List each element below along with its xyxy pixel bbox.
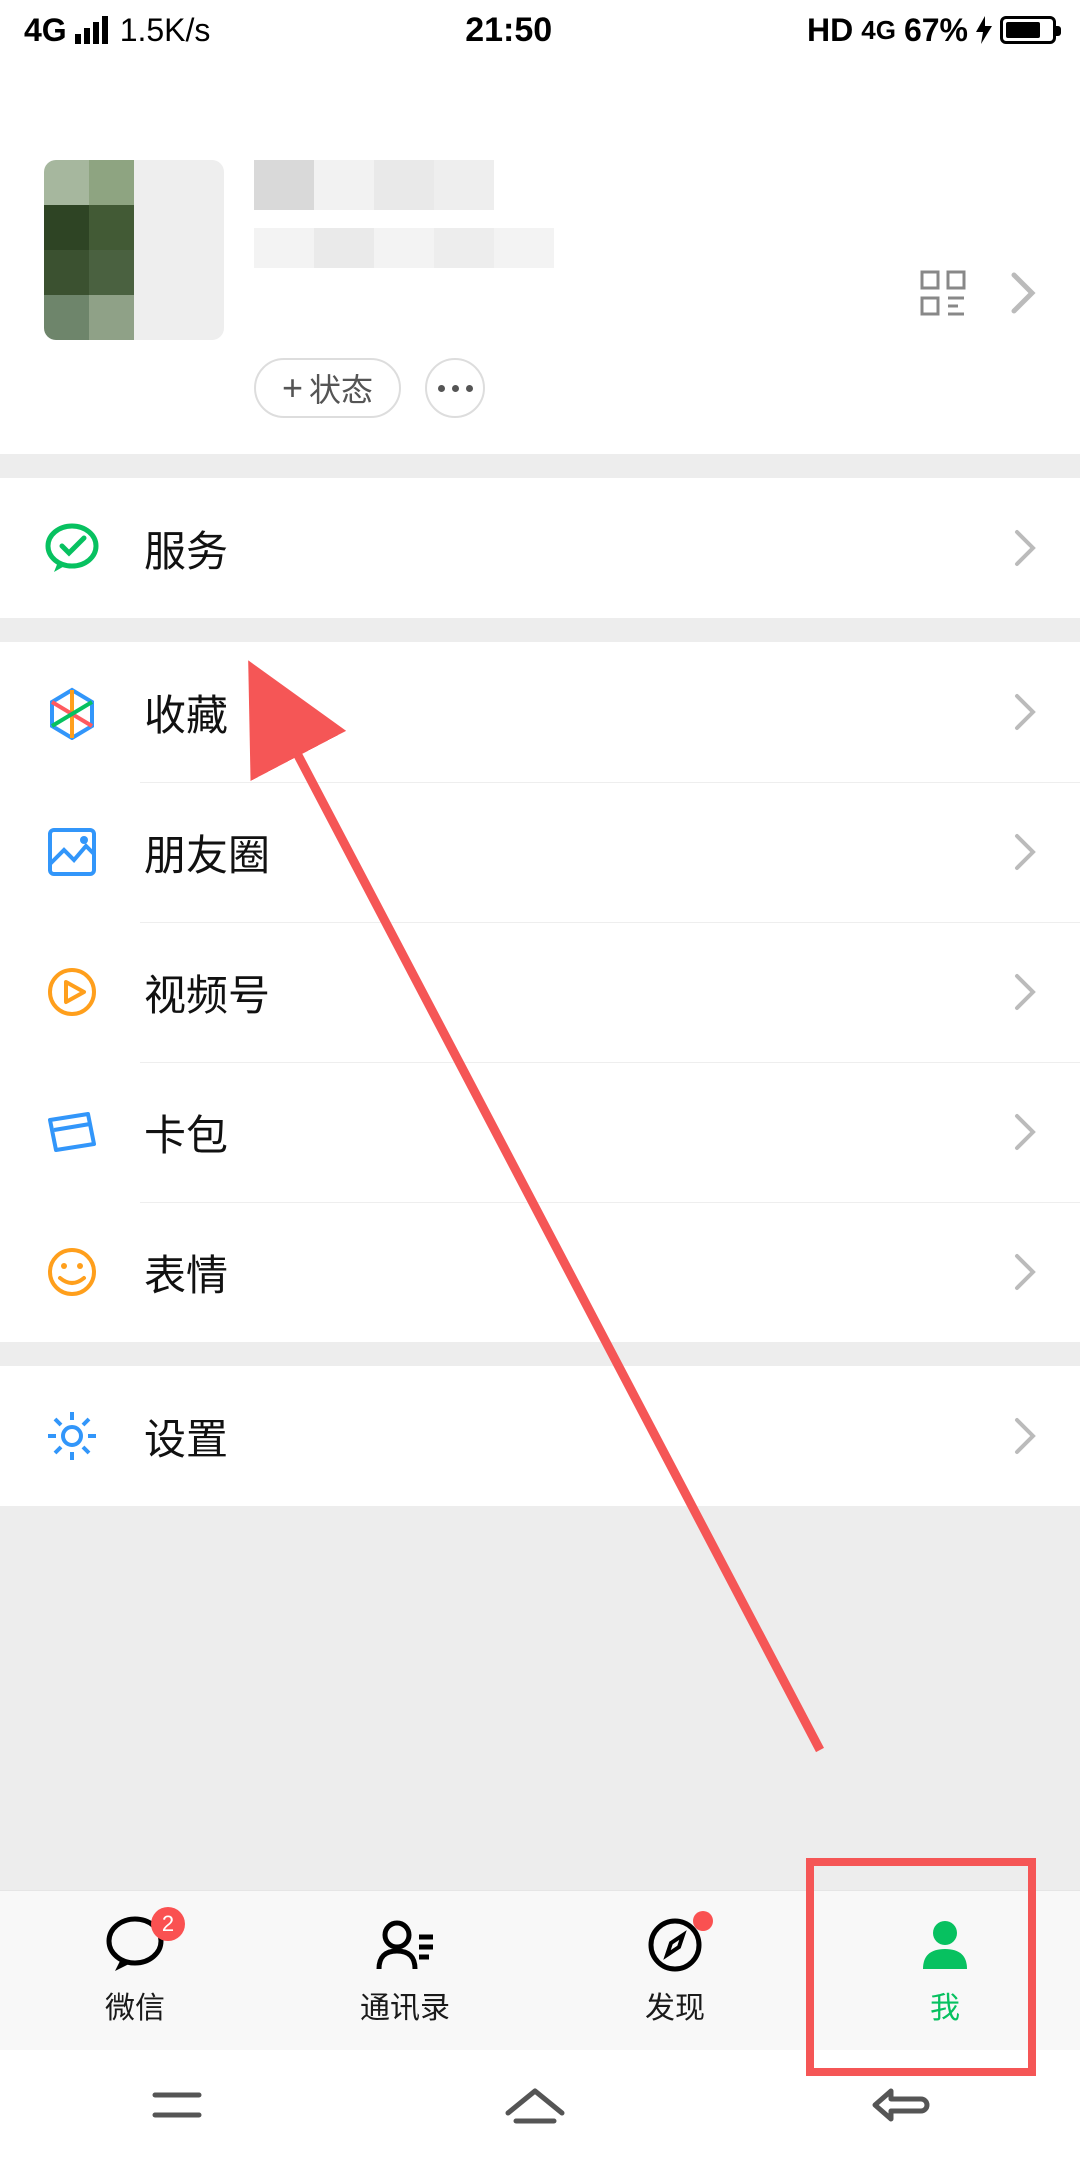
profile-id-redacted: [254, 228, 554, 268]
chat-badge: 2: [151, 1907, 185, 1941]
plus-icon: +: [282, 370, 303, 406]
more-button[interactable]: [425, 358, 485, 418]
menu-item-cards[interactable]: 卡包: [0, 1062, 1080, 1202]
divider: [0, 1342, 1080, 1366]
status-bar: 4G 1.5K/s 21:50 HD 4G 67%: [0, 0, 1080, 60]
favorites-icon: [44, 684, 144, 740]
stickers-label: 表情: [144, 1242, 1014, 1303]
chevron-right-icon: [1014, 833, 1036, 871]
profile-name-redacted: [254, 160, 494, 210]
service-icon: [44, 520, 144, 576]
moments-label: 朋友圈: [144, 822, 1014, 883]
tab-discover[interactable]: 发现: [540, 1891, 810, 2050]
nav-back-icon[interactable]: [863, 2083, 933, 2127]
charging-icon: [976, 16, 992, 44]
annotation-highlight-box: [806, 1858, 1036, 2076]
network-type: 4G: [24, 12, 67, 49]
cards-label: 卡包: [144, 1102, 1014, 1163]
secondary-network: 4G: [861, 15, 896, 46]
divider: [0, 618, 1080, 642]
more-icon: [438, 385, 473, 392]
hd-indicator: HD: [807, 12, 853, 49]
stickers-icon: [44, 1244, 144, 1300]
battery-percent: 67%: [904, 12, 968, 49]
service-label: 服务: [144, 518, 1014, 579]
cards-icon: [44, 1104, 144, 1160]
tab-discover-label: 发现: [645, 1983, 705, 2027]
menu-item-moments[interactable]: 朋友圈: [0, 782, 1080, 922]
menu-item-favorites[interactable]: 收藏: [0, 642, 1080, 782]
channels-label: 视频号: [144, 962, 1014, 1023]
tab-chat[interactable]: 2 微信: [0, 1891, 270, 2050]
moments-icon: [44, 824, 144, 880]
favorites-label: 收藏: [144, 682, 1014, 743]
profile-header[interactable]: + 状态: [0, 60, 1080, 454]
settings-icon: [44, 1408, 144, 1464]
divider: [0, 454, 1080, 478]
menu-item-stickers[interactable]: 表情: [0, 1202, 1080, 1342]
channels-icon: [44, 964, 144, 1020]
discover-notification-dot: [693, 1911, 713, 1931]
chevron-right-icon: [1010, 271, 1036, 315]
nav-menu-icon[interactable]: [147, 2085, 207, 2125]
status-label: 状态: [309, 365, 373, 411]
nav-home-icon[interactable]: [500, 2083, 570, 2127]
chevron-right-icon: [1014, 1113, 1036, 1151]
avatar[interactable]: [44, 160, 224, 340]
chevron-right-icon: [1014, 973, 1036, 1011]
chevron-right-icon: [1014, 529, 1036, 567]
clock: 21:50: [210, 11, 807, 50]
chevron-right-icon: [1014, 1253, 1036, 1291]
tab-contacts[interactable]: 通讯录: [270, 1891, 540, 2050]
chevron-right-icon: [1014, 693, 1036, 731]
chevron-right-icon: [1014, 1417, 1036, 1455]
tab-chat-label: 微信: [105, 1983, 165, 2027]
status-button[interactable]: + 状态: [254, 358, 401, 418]
menu-item-channels[interactable]: 视频号: [0, 922, 1080, 1062]
settings-label: 设置: [144, 1406, 1014, 1467]
battery-icon: [1000, 16, 1056, 44]
signal-icon: [75, 16, 108, 44]
menu-item-settings[interactable]: 设置: [0, 1366, 1080, 1506]
menu-item-service[interactable]: 服务: [0, 478, 1080, 618]
network-speed: 1.5K/s: [120, 12, 211, 49]
tab-contacts-label: 通讯录: [360, 1983, 450, 2027]
qr-code-icon[interactable]: [920, 270, 966, 316]
